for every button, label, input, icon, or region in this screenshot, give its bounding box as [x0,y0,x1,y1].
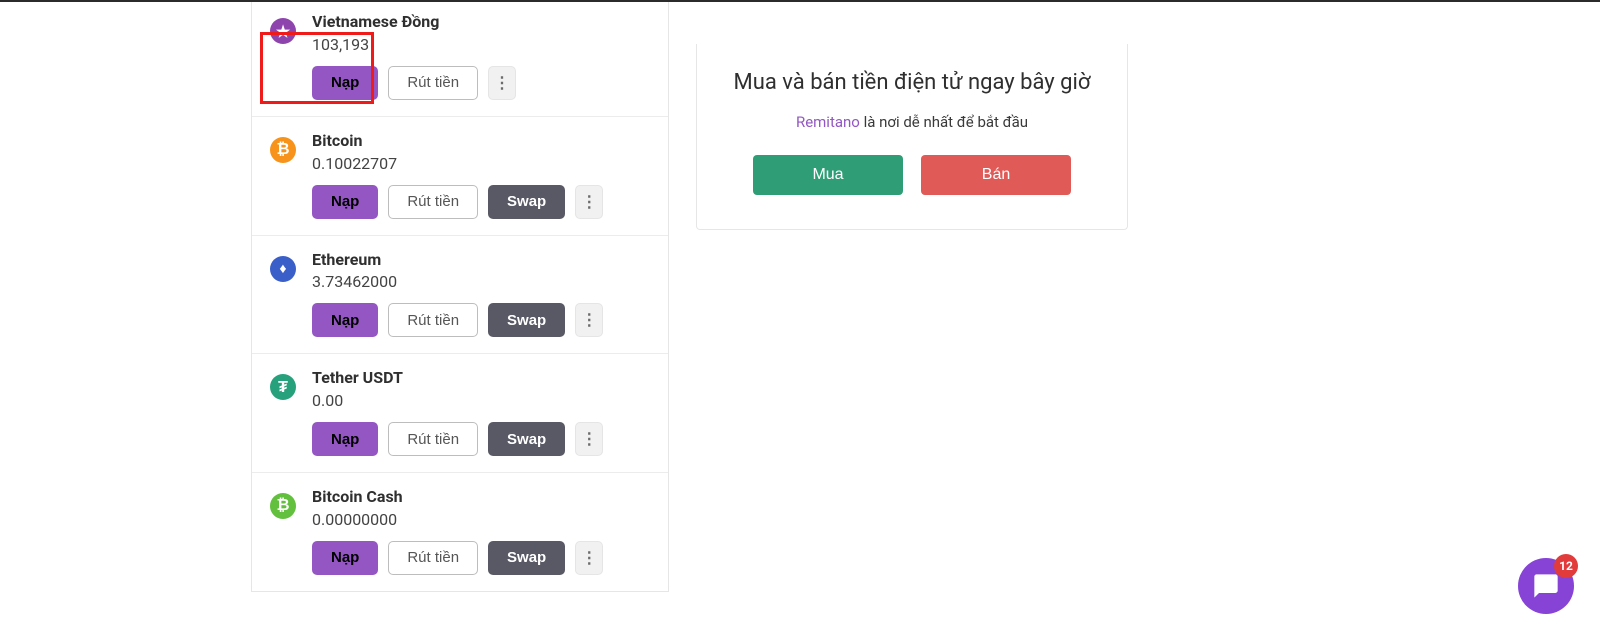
wallet-item: ₿ Bitcoin 0.10022707 Nạp Rút tiền Swap ⋮ [252,116,668,235]
bch-icon: ₿ [270,493,296,519]
deposit-button[interactable]: Nạp [312,541,378,575]
wallet-actions: Nạp Rút tiền Swap ⋮ [312,541,650,575]
sell-button[interactable]: Bán [921,155,1071,195]
withdraw-button[interactable]: Rút tiền [388,422,478,456]
wallet-item: ₮ Tether USDT 0.00 Nạp Rút tiền Swap ⋮ [252,353,668,472]
wallet-item: ★ Vietnamese Đồng 103,193 Nạp Rút tiền ⋮ [252,2,668,116]
wallet-balance: 103,193 [312,35,650,54]
more-button[interactable]: ⋮ [575,541,603,575]
swap-button[interactable]: Swap [488,185,565,219]
brand-name: Remitano [796,113,860,131]
chat-badge: 12 [1554,554,1578,578]
more-button[interactable]: ⋮ [575,185,603,219]
wallet-name: Bitcoin Cash [312,487,650,508]
more-button[interactable]: ⋮ [575,303,603,337]
cta-actions: Mua Bán [717,155,1107,195]
wallet-body: Ethereum3.73462000 Nạp Rút tiền Swap ⋮ [312,250,650,338]
wallet-name: Ethereum [312,250,650,271]
wallet-body: Tether USDT 0.00 Nạp Rút tiền Swap ⋮ [312,368,650,456]
chat-fab[interactable]: 12 [1518,558,1574,614]
chat-icon [1532,572,1560,600]
btc-icon: ₿ [270,137,296,163]
withdraw-button[interactable]: Rút tiền [388,303,478,337]
wallet-balance: 3.73462000 [312,272,650,291]
cta-subtitle-rest: là nơi dễ nhất để bắt đầu [860,113,1028,131]
wallet-item: ♦ Ethereum3.73462000 Nạp Rút tiền Swap ⋮ [252,235,668,354]
wallet-body: Bitcoin Cash 0.00000000 Nạp Rút tiền Swap ⋮ [312,487,650,575]
swap-button[interactable]: Swap [488,422,565,456]
deposit-button[interactable]: Nạp [312,303,378,337]
wallet-item: ₿ Bitcoin Cash 0.00000000 Nạp Rút tiền Swap ⋮ [252,472,668,591]
trade-cta-card: Mua và bán tiền điện tử ngay bây giờ Rem… [696,44,1128,230]
wallet-actions: Nạp Rút tiền Swap ⋮ [312,422,650,456]
wallet-name: Vietnamese Đồng [312,12,650,33]
wallet-list: ★ Vietnamese Đồng 103,193 Nạp Rút tiền ⋮ ₿ Bitc… [251,2,669,592]
deposit-button[interactable]: Nạp [312,422,378,456]
wallet-name: Tether USDT [312,368,650,389]
eth-icon: ♦ [270,256,296,282]
more-vertical-icon: ⋮ [581,310,597,330]
wallet-balance: 0.00 [312,391,650,410]
usdt-icon: ₮ [270,374,296,400]
swap-button[interactable]: Swap [488,303,565,337]
wallet-body: Vietnamese Đồng 103,193 Nạp Rút tiền ⋮ [312,12,650,100]
swap-button[interactable]: Swap [488,541,565,575]
cta-title: Mua và bán tiền điện tử ngay bây giờ [717,70,1107,95]
star-icon: ★ [270,18,296,44]
page-layout: ★ Vietnamese Đồng 103,193 Nạp Rút tiền ⋮ ₿ Bitc… [0,2,1600,640]
wallet-balance: 0.00000000 [312,510,650,529]
cta-subtitle: Remitano là nơi dễ nhất để bắt đầu [717,113,1107,131]
more-vertical-icon: ⋮ [581,192,597,212]
deposit-button[interactable]: Nạp [312,185,378,219]
buy-button[interactable]: Mua [753,155,903,195]
more-vertical-icon: ⋮ [494,73,510,93]
wallet-name: Bitcoin [312,131,650,152]
wallet-balance: 0.10022707 [312,154,650,173]
more-button[interactable]: ⋮ [488,66,516,100]
more-vertical-icon: ⋮ [581,429,597,449]
wallet-actions: Nạp Rút tiền Swap ⋮ [312,185,650,219]
more-vertical-icon: ⋮ [581,548,597,568]
withdraw-button[interactable]: Rút tiền [388,541,478,575]
withdraw-button[interactable]: Rút tiền [388,66,478,100]
withdraw-button[interactable]: Rút tiền [388,185,478,219]
wallet-actions: Nạp Rút tiền Swap ⋮ [312,303,650,337]
wallet-body: Bitcoin 0.10022707 Nạp Rút tiền Swap ⋮ [312,131,650,219]
deposit-button[interactable]: Nạp [312,66,378,100]
more-button[interactable]: ⋮ [575,422,603,456]
wallet-actions: Nạp Rút tiền ⋮ [312,66,650,100]
